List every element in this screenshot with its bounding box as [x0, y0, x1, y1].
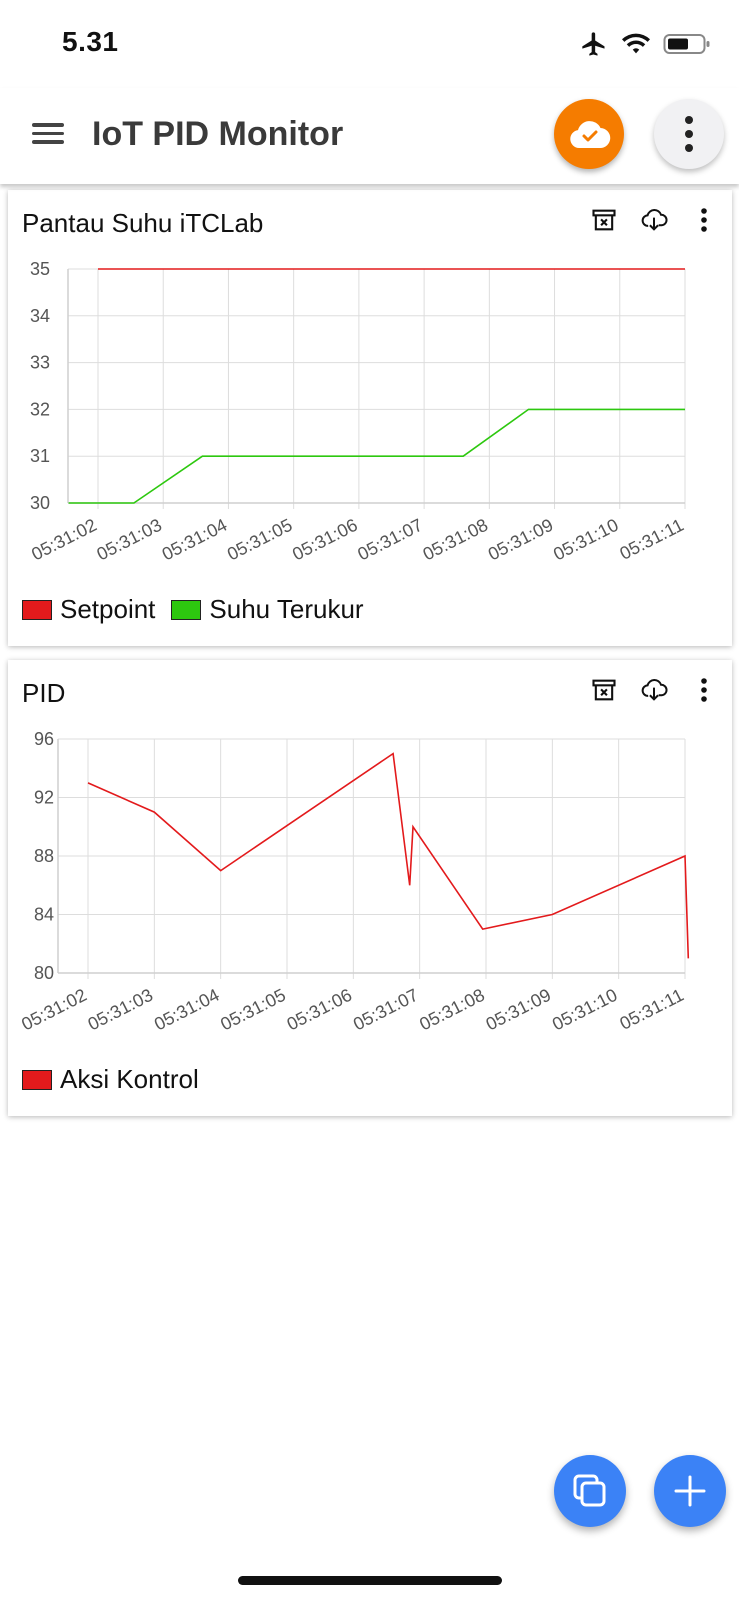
- chart-card-temperature: Pantau Suhu iTCLab 05:31:02 05:31:03 05:31…: [8, 190, 732, 646]
- plus-icon: [674, 1475, 706, 1507]
- y-tick-label: 31: [30, 446, 50, 466]
- y-tick-label: 30: [30, 493, 50, 513]
- y-tick-label: 96: [34, 729, 54, 749]
- y-tick-label: 33: [30, 353, 50, 373]
- status-bar: 5.31: [0, 0, 739, 88]
- home-indicator: [238, 1576, 502, 1585]
- legend-label: Suhu Terukur: [209, 594, 364, 624]
- legend-swatch: [22, 1069, 52, 1090]
- y-tick-label: 84: [34, 905, 54, 925]
- x-tick-label: 05:31:09: [485, 515, 557, 565]
- legend-swatch: [22, 599, 52, 620]
- y-tick-label: 88: [34, 846, 54, 866]
- temperature-chart: 05:31:0205:31:0305:31:0405:31:0505:31:06…: [28, 259, 687, 565]
- more-vert-icon: [685, 116, 693, 124]
- x-tick-label: 05:31:11: [616, 515, 686, 564]
- x-tick-label: 05:31:06: [284, 985, 356, 1035]
- y-tick-label: 35: [30, 259, 50, 279]
- legend-label: Setpoint: [60, 594, 156, 624]
- chart-legend: Setpoint Suhu Terukur: [22, 594, 364, 625]
- y-tick-label: 92: [34, 788, 54, 808]
- cloud-check-icon: [570, 121, 611, 149]
- add-widget-button[interactable]: [654, 1455, 726, 1527]
- wifi-icon: [621, 32, 651, 61]
- x-tick-label: 05:31:06: [289, 515, 361, 565]
- x-tick-label: 05:31:02: [18, 985, 90, 1035]
- airplane-icon: [579, 30, 609, 63]
- x-tick-label: 05:31:07: [350, 985, 422, 1035]
- chart-legend: Aksi Kontrol: [22, 1064, 199, 1095]
- legend-item[interactable]: Setpoint: [22, 594, 155, 625]
- y-tick-label: 80: [34, 963, 54, 983]
- status-time: 5.31: [62, 26, 119, 57]
- pid-chart: 05:31:0205:31:0305:31:0405:31:0505:31:06…: [18, 729, 690, 1035]
- x-tick-label: 05:31:03: [94, 515, 166, 565]
- legend-item[interactable]: Suhu Terukur: [171, 594, 364, 625]
- status-icons: [579, 30, 711, 63]
- overflow-menu-button[interactable]: [654, 99, 724, 169]
- x-tick-label: 05:31:05: [217, 985, 289, 1035]
- hamburger-icon: [32, 123, 64, 127]
- x-tick-label: 05:31:08: [420, 515, 492, 565]
- app-title: IoT PID Monitor: [92, 115, 344, 153]
- chart-card-pid: PID 05:31:02 05:31:03 05:31:04 05:31:05 05:3…: [8, 660, 732, 1116]
- x-tick-label: 05:31:04: [151, 985, 223, 1035]
- x-tick-label: 05:31:09: [483, 985, 555, 1035]
- duplicate-dashboard-button[interactable]: [554, 1455, 626, 1527]
- legend-swatch: [171, 599, 202, 620]
- x-tick-label: 05:31:08: [416, 985, 488, 1035]
- legend-item[interactable]: Aksi Kontrol: [22, 1064, 199, 1095]
- battery-icon: [663, 32, 711, 61]
- x-tick-label: 05:31:11: [616, 985, 686, 1034]
- x-tick-label: 05:31:03: [85, 985, 157, 1035]
- x-tick-label: 05:31:04: [159, 515, 231, 565]
- x-tick-label: 05:31:10: [549, 985, 621, 1035]
- legend-label: Aksi Kontrol: [60, 1064, 199, 1094]
- x-tick-label: 05:31:10: [550, 515, 622, 565]
- x-tick-label: 05:31:07: [354, 515, 426, 565]
- copy-icon: [573, 1474, 606, 1507]
- x-tick-label: 05:31:02: [28, 515, 100, 565]
- x-tick-label: 05:31:05: [224, 515, 296, 565]
- menu-button[interactable]: [32, 118, 68, 154]
- cloud-connection-button[interactable]: [554, 99, 624, 169]
- y-tick-label: 32: [30, 399, 50, 419]
- app-bar: IoT PID Monitor: [0, 88, 739, 184]
- y-tick-label: 34: [30, 306, 50, 326]
